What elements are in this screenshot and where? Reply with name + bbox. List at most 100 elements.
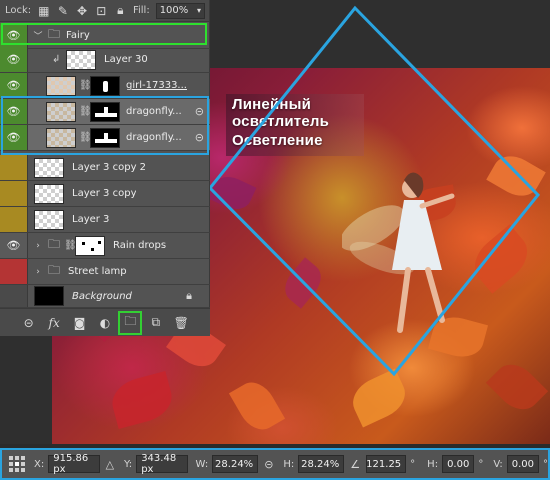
layer-row-background[interactable]: Background 🔒︎ (0, 285, 210, 308)
chevron-down-icon: ▾ (197, 6, 202, 15)
lock-artboard-icon[interactable]: ⊡ (95, 4, 108, 18)
folder-icon: 🗀 (48, 237, 61, 251)
h-skew-field[interactable]: 0.00 (442, 455, 475, 473)
lock-image-pixels-icon[interactable]: ✎ (56, 4, 69, 18)
leaf-shape (207, 170, 257, 216)
x-position-field[interactable]: 915.86 px (48, 453, 100, 475)
layers-panel-footer: ⊝ fx ◙ ◐ 🗀 ⧉ 🗑︎ (0, 308, 210, 336)
layer-row-rain-drops[interactable]: 👁︎ › 🗀 ⛓︎ Rain drops (0, 233, 210, 259)
leaf-shape (278, 257, 328, 309)
layer-name: Rain drops (113, 240, 167, 251)
layer-row-layer-3-copy[interactable]: Layer 3 copy (0, 181, 210, 207)
visibility-toggle[interactable]: 👁︎ (0, 125, 28, 150)
height-label: H: (283, 458, 295, 470)
layer-thumbnail (46, 75, 76, 96)
folder-icon: 🗀 (48, 27, 61, 41)
lock-icon: 🔒︎ (186, 289, 192, 302)
v-skew-label: V: (493, 458, 503, 470)
adjustment-layer-icon[interactable]: ◐ (96, 314, 114, 332)
add-mask-icon[interactable]: ◙ (71, 314, 89, 332)
visibility-toggle[interactable] (0, 285, 28, 307)
folder-icon: 🗀 (48, 263, 61, 277)
layer-mask-thumbnail[interactable] (90, 101, 120, 122)
width-field[interactable]: 28.24% (212, 455, 259, 473)
layer-thumbnail (66, 49, 96, 70)
rotation-field[interactable]: 121.25 (366, 455, 407, 473)
layer-row-girl[interactable]: 👁︎ ⛓︎ girl-17333... (0, 73, 210, 99)
chevron-down-icon[interactable]: ﹀ (32, 29, 44, 42)
link-aspect-icon[interactable]: ⊝ (264, 458, 273, 471)
layer-thumbnail (46, 101, 76, 122)
overlay-text-lighten: Осветление (232, 132, 323, 149)
h-skew-label: H: (427, 458, 439, 470)
layer-row-layer-3-copy-2[interactable]: Layer 3 copy 2 (0, 155, 210, 181)
delta-icon[interactable]: △ (106, 458, 114, 471)
chevron-right-icon[interactable]: › (32, 267, 44, 277)
lock-all-icon[interactable]: 🔒︎ (114, 3, 127, 18)
lock-position-icon[interactable]: ✥ (75, 4, 88, 18)
layer-row-fairy-group[interactable]: 👁︎ ﹀ 🗀 Fairy (0, 23, 210, 49)
width-label: W: (195, 458, 209, 470)
v-skew-field[interactable]: 0.00 (506, 455, 539, 473)
new-layer-icon[interactable]: ⧉ (147, 314, 165, 332)
eye-icon: 👁︎ (6, 105, 21, 118)
layer-thumbnail (34, 286, 64, 306)
visibility-toggle[interactable]: 👁︎ (0, 233, 28, 258)
clipping-arrow-icon: ↲ (52, 54, 61, 65)
degree-unit: ° (478, 458, 484, 470)
height-field[interactable]: 28.24% (298, 455, 345, 473)
link-icon: ⊝ (194, 105, 204, 118)
y-value: 343.48 px (141, 453, 177, 475)
visibility-toggle[interactable] (0, 259, 28, 284)
link-icon: ⊝ (194, 131, 204, 144)
mask-link-icon[interactable]: ⛓︎ (79, 132, 92, 143)
layer-row-dragonfly-1[interactable]: 👁︎ ⛓︎ dragonfly... ⊝ (0, 99, 210, 125)
fill-label: Fill: (132, 5, 150, 16)
layer-thumbnail (34, 209, 64, 230)
visibility-toggle[interactable]: 👁︎ (0, 47, 28, 72)
lock-label: Lock: (5, 5, 32, 16)
leaf-shape (486, 148, 546, 204)
height-value: 28.24% (301, 458, 340, 470)
layer-name: Layer 3 copy 2 (72, 162, 147, 173)
leaf-shape (346, 368, 412, 428)
fill-value: 100% (159, 5, 189, 16)
h-skew-value: 0.00 (447, 458, 470, 470)
leaf-shape (228, 375, 286, 437)
layer-mask-thumbnail[interactable] (90, 127, 120, 148)
link-layers-icon[interactable]: ⊝ (20, 314, 38, 332)
layer-row-layer-3[interactable]: Layer 3 (0, 207, 210, 233)
chevron-right-icon[interactable]: › (32, 241, 44, 251)
layer-row-street-lamp[interactable]: › 🗀 Street lamp (0, 259, 210, 285)
layer-row-layer-30[interactable]: 👁︎ ↲ Layer 30 (0, 47, 210, 73)
eye-icon: 👁︎ (6, 53, 21, 66)
layer-name: Layer 3 (72, 214, 110, 225)
fx-icon[interactable]: fx (45, 314, 63, 332)
layer-row-dragonfly-2[interactable]: 👁︎ ⛓︎ dragonfly... ⊝ (0, 125, 210, 151)
layer-mask-thumbnail[interactable] (75, 235, 106, 256)
layer-thumbnail (34, 157, 64, 178)
mask-link-icon[interactable]: ⛓︎ (79, 80, 92, 91)
trash-icon[interactable]: 🗑︎ (172, 314, 190, 332)
visibility-toggle[interactable] (0, 181, 28, 206)
visibility-toggle[interactable]: 👁︎ (0, 23, 28, 48)
fill-dropdown[interactable]: 100% ▾ (155, 2, 206, 19)
rotate-angle-icon: ∠ (350, 457, 361, 471)
fairy-figure (342, 172, 455, 333)
degree-unit: ° (410, 458, 416, 470)
eye-icon: 👁︎ (6, 131, 21, 144)
lock-transparent-pixels-icon[interactable]: ▦ (37, 4, 50, 18)
reference-point-grid[interactable] (8, 455, 26, 473)
visibility-toggle[interactable] (0, 155, 28, 180)
layer-name: girl-17333... (126, 80, 187, 91)
visibility-toggle[interactable]: 👁︎ (0, 99, 28, 124)
visibility-toggle[interactable] (0, 207, 28, 232)
y-position-field[interactable]: 343.48 px (136, 453, 188, 475)
new-group-folder-icon[interactable]: 🗀 (118, 310, 143, 335)
mask-link-icon[interactable]: ⛓︎ (64, 240, 77, 251)
mask-link-icon[interactable]: ⛓︎ (79, 106, 92, 117)
visibility-toggle[interactable]: 👁︎ (0, 73, 28, 98)
layer-name: Background (72, 290, 132, 302)
layer-mask-thumbnail[interactable] (90, 75, 120, 96)
eye-icon: 👁︎ (6, 29, 21, 42)
